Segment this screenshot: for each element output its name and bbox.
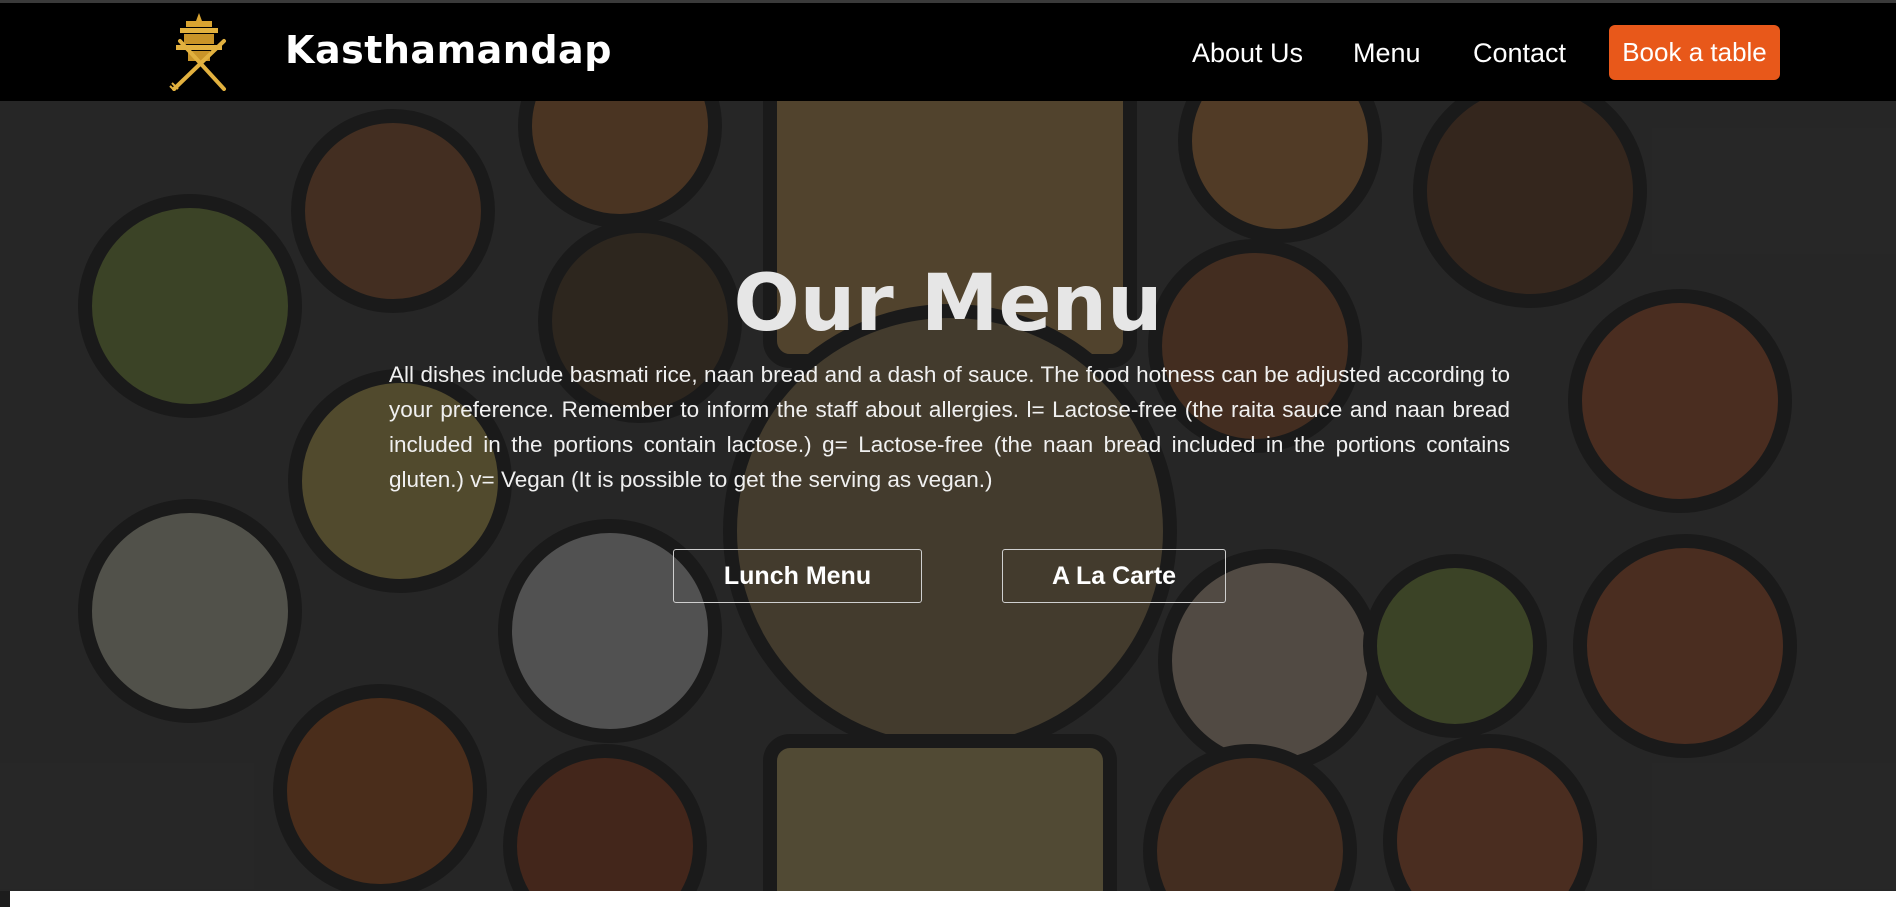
nav-menu[interactable]: Menu bbox=[1353, 38, 1421, 69]
site-header: Kasthamandap About Us Menu Contact Book … bbox=[0, 3, 1896, 101]
menu-hero: Our Menu All dishes include basmati rice… bbox=[0, 101, 1896, 891]
menu-description: All dishes include basmati rice, naan br… bbox=[389, 362, 1510, 492]
next-section-edge bbox=[10, 891, 1896, 907]
book-table-button[interactable]: Book a table bbox=[1609, 25, 1780, 80]
brand-name[interactable]: Kasthamandap bbox=[285, 28, 612, 72]
nav-about-us[interactable]: About Us bbox=[1192, 38, 1303, 69]
nav-contact[interactable]: Contact bbox=[1473, 38, 1566, 69]
lunch-menu-button[interactable]: Lunch Menu bbox=[673, 549, 922, 603]
restaurant-logo-icon[interactable] bbox=[166, 11, 232, 92]
a-la-carte-button[interactable]: A La Carte bbox=[1002, 549, 1226, 603]
page-title: Our Menu bbox=[733, 259, 1163, 349]
